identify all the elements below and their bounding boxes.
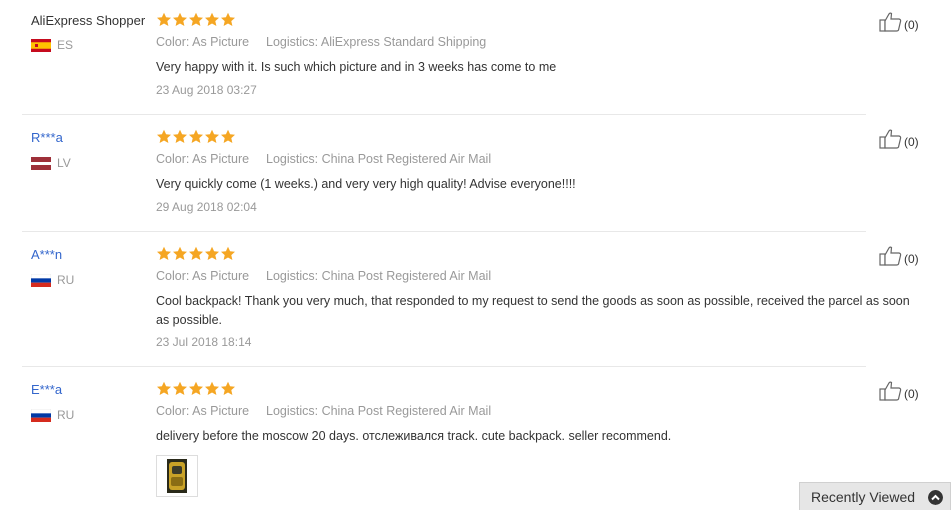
review-divider	[22, 366, 866, 367]
spain-flag-icon	[31, 38, 51, 52]
star-icon	[157, 381, 171, 395]
review-divider	[22, 114, 866, 115]
thumbs-up-icon	[879, 129, 902, 149]
review-text: delivery before the moscow 20 days. отсл…	[156, 429, 672, 443]
review-color: Color: As Picture	[156, 35, 250, 49]
reviewer-country: RU	[31, 273, 74, 287]
star-icon	[205, 129, 219, 143]
review-text: Very happy with it. Is such which pictur…	[156, 60, 557, 74]
reviewer-name[interactable]: A***n	[31, 247, 62, 263]
star-icon	[157, 246, 171, 260]
recently-viewed-button[interactable]: Recently Viewed	[799, 482, 951, 510]
like-count: (0)	[904, 135, 919, 149]
review-date: 23 Aug 2018 03:27	[156, 83, 257, 97]
star-rating	[156, 381, 236, 397]
reviewer-name: AliExpress Shopper	[31, 13, 146, 28]
review-divider	[22, 231, 866, 232]
star-rating	[156, 12, 236, 28]
thumbs-up-icon	[879, 381, 902, 401]
reviewer-name[interactable]: E***a	[31, 382, 62, 398]
reviewer-country: RU	[31, 408, 74, 422]
review-logistics: Logistics: China Post Registered Air Mai…	[266, 269, 492, 283]
helpful-like-button[interactable]: (0)	[879, 381, 919, 401]
star-icon	[173, 246, 187, 260]
review-logistics: Logistics: China Post Registered Air Mai…	[266, 404, 492, 418]
helpful-like-button[interactable]: (0)	[879, 12, 919, 32]
review-date: 29 Aug 2018 02:04	[156, 200, 257, 214]
review-text: Cool backpack! Thank you very much, that…	[156, 294, 910, 327]
russia-flag-icon	[31, 408, 51, 422]
thumbs-up-icon	[879, 12, 902, 32]
backpack-photo-icon	[167, 459, 187, 493]
country-code: LV	[57, 156, 71, 170]
review-color: Color: As Picture	[156, 269, 250, 283]
helpful-like-button[interactable]: (0)	[879, 129, 919, 149]
like-count: (0)	[904, 252, 919, 266]
star-icon	[221, 12, 235, 26]
star-rating	[156, 246, 236, 262]
star-rating	[156, 129, 236, 145]
review-photo-thumbnail[interactable]	[156, 455, 198, 497]
chevron-up-icon	[928, 490, 943, 505]
star-icon	[173, 129, 187, 143]
review-logistics: Logistics: AliExpress Standard Shipping	[266, 35, 487, 49]
star-icon	[189, 129, 203, 143]
reviewer-country: LV	[31, 156, 71, 170]
helpful-like-button[interactable]: (0)	[879, 246, 919, 266]
star-icon	[205, 246, 219, 260]
country-code: RU	[57, 273, 75, 287]
star-icon	[205, 381, 219, 395]
star-icon	[221, 381, 235, 395]
star-icon	[221, 246, 235, 260]
reviewer-country: ES	[31, 38, 73, 52]
star-icon	[189, 12, 203, 26]
thumbs-up-icon	[879, 246, 902, 266]
like-count: (0)	[904, 18, 919, 32]
review-logistics: Logistics: China Post Registered Air Mai…	[266, 152, 492, 166]
star-icon	[173, 381, 187, 395]
latvia-flag-icon	[31, 156, 51, 170]
country-code: RU	[57, 408, 75, 422]
review-text: Very quickly come (1 weeks.) and very ve…	[156, 177, 576, 191]
reviewer-name[interactable]: R***a	[31, 130, 63, 146]
russia-flag-icon	[31, 273, 51, 287]
review-color: Color: As Picture	[156, 152, 250, 166]
star-icon	[157, 129, 171, 143]
star-icon	[189, 246, 203, 260]
country-code: ES	[57, 38, 74, 52]
like-count: (0)	[904, 387, 919, 401]
star-icon	[189, 381, 203, 395]
review-color: Color: As Picture	[156, 404, 250, 418]
star-icon	[221, 129, 235, 143]
star-icon	[205, 12, 219, 26]
star-icon	[173, 12, 187, 26]
recently-viewed-label: Recently Viewed	[811, 488, 916, 505]
review-date: 23 Jul 2018 18:14	[156, 335, 252, 349]
star-icon	[157, 12, 171, 26]
